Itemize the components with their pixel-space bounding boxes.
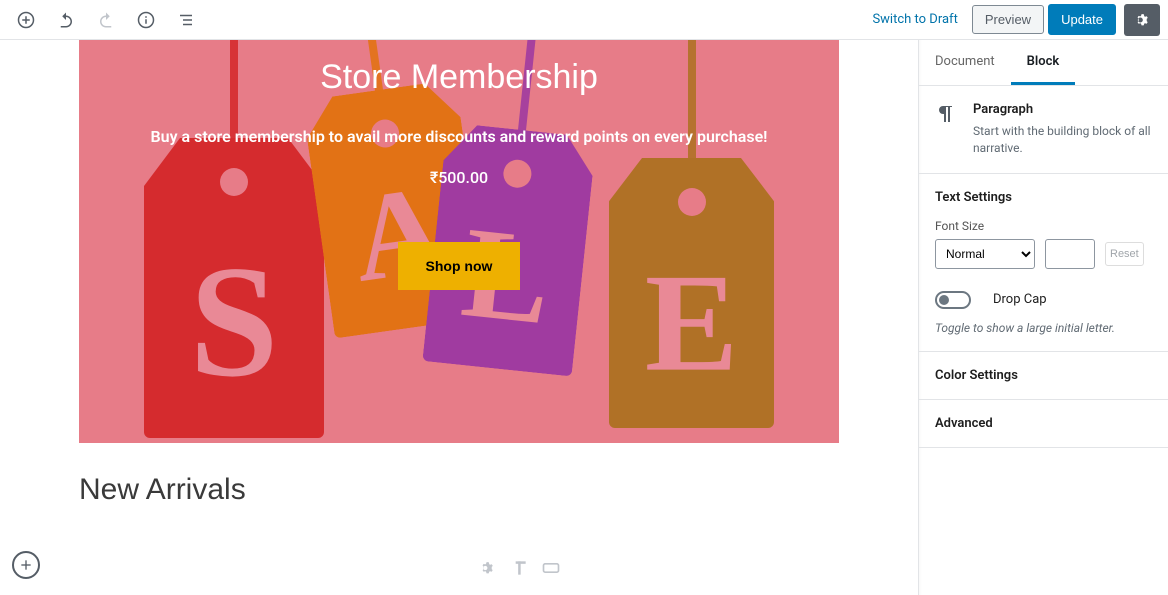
gear-icon: [1132, 10, 1152, 30]
toolbar-left-group: [8, 2, 204, 38]
undo-icon[interactable]: [48, 2, 84, 38]
info-icon[interactable]: [128, 2, 164, 38]
block-card-title: Paragraph: [973, 102, 1152, 117]
paragraph-block-icon[interactable]: [508, 557, 530, 579]
font-size-label: Font Size: [935, 219, 1152, 233]
font-size-row: Normal Reset: [935, 239, 1152, 269]
settings-gear-button[interactable]: [1124, 4, 1160, 36]
columns-block-icon[interactable]: [540, 557, 562, 579]
preview-button[interactable]: Preview: [972, 5, 1044, 34]
color-settings-panel[interactable]: Color Settings: [919, 352, 1168, 400]
font-size-select[interactable]: Normal: [935, 239, 1035, 269]
outline-icon[interactable]: [168, 2, 204, 38]
color-settings-title: Color Settings: [935, 368, 1018, 383]
advanced-title: Advanced: [935, 416, 993, 431]
new-arrivals-heading[interactable]: New Arrivals: [79, 473, 839, 507]
advanced-panel[interactable]: Advanced: [919, 400, 1168, 448]
shop-now-button[interactable]: Shop now: [398, 242, 521, 290]
block-card-panel: Paragraph Start with the building block …: [919, 86, 1168, 174]
editor-top-toolbar: Switch to Draft Preview Update: [0, 0, 1168, 40]
plus-icon: [18, 557, 34, 573]
cover-price[interactable]: ₹500.00: [430, 168, 488, 187]
redo-icon[interactable]: [88, 2, 124, 38]
toolbar-right-group: Switch to Draft Preview Update: [862, 4, 1160, 36]
tab-document[interactable]: Document: [919, 40, 1011, 85]
cover-title[interactable]: Store Membership: [320, 58, 598, 97]
tab-block[interactable]: Block: [1011, 40, 1076, 85]
text-settings-toggle[interactable]: Text Settings: [935, 190, 1152, 205]
font-size-reset-button[interactable]: Reset: [1105, 242, 1144, 266]
drop-cap-row: Drop Cap: [935, 291, 1152, 309]
sidebar-tabs: Document Block: [919, 40, 1168, 86]
font-size-input[interactable]: [1045, 239, 1095, 269]
block-quick-tools: [476, 557, 562, 579]
block-card-description: Start with the building block of all nar…: [973, 123, 1152, 157]
cover-subtitle[interactable]: Buy a store membership to avail more dis…: [151, 127, 768, 146]
update-button[interactable]: Update: [1048, 4, 1116, 35]
text-settings-title: Text Settings: [935, 190, 1012, 205]
add-block-icon[interactable]: [8, 2, 44, 38]
text-settings-panel: Text Settings Font Size Normal Reset Dro…: [919, 174, 1168, 352]
add-block-inserter[interactable]: [12, 551, 40, 579]
settings-sidebar: Document Block Paragraph Start with the …: [918, 40, 1168, 595]
drop-cap-help-text: Toggle to show a large initial letter.: [935, 321, 1152, 335]
paragraph-icon: [935, 102, 959, 126]
cover-block[interactable]: S A L E Store Membership Buy a store mem…: [79, 40, 839, 443]
editor-main: S A L E Store Membership Buy a store mem…: [0, 40, 1168, 595]
switch-to-draft-button[interactable]: Switch to Draft: [862, 6, 967, 33]
drop-cap-label: Drop Cap: [993, 292, 1047, 307]
editor-canvas: S A L E Store Membership Buy a store mem…: [0, 40, 918, 595]
drop-cap-toggle[interactable]: [935, 291, 971, 309]
gear-warning-icon[interactable]: [476, 557, 498, 579]
